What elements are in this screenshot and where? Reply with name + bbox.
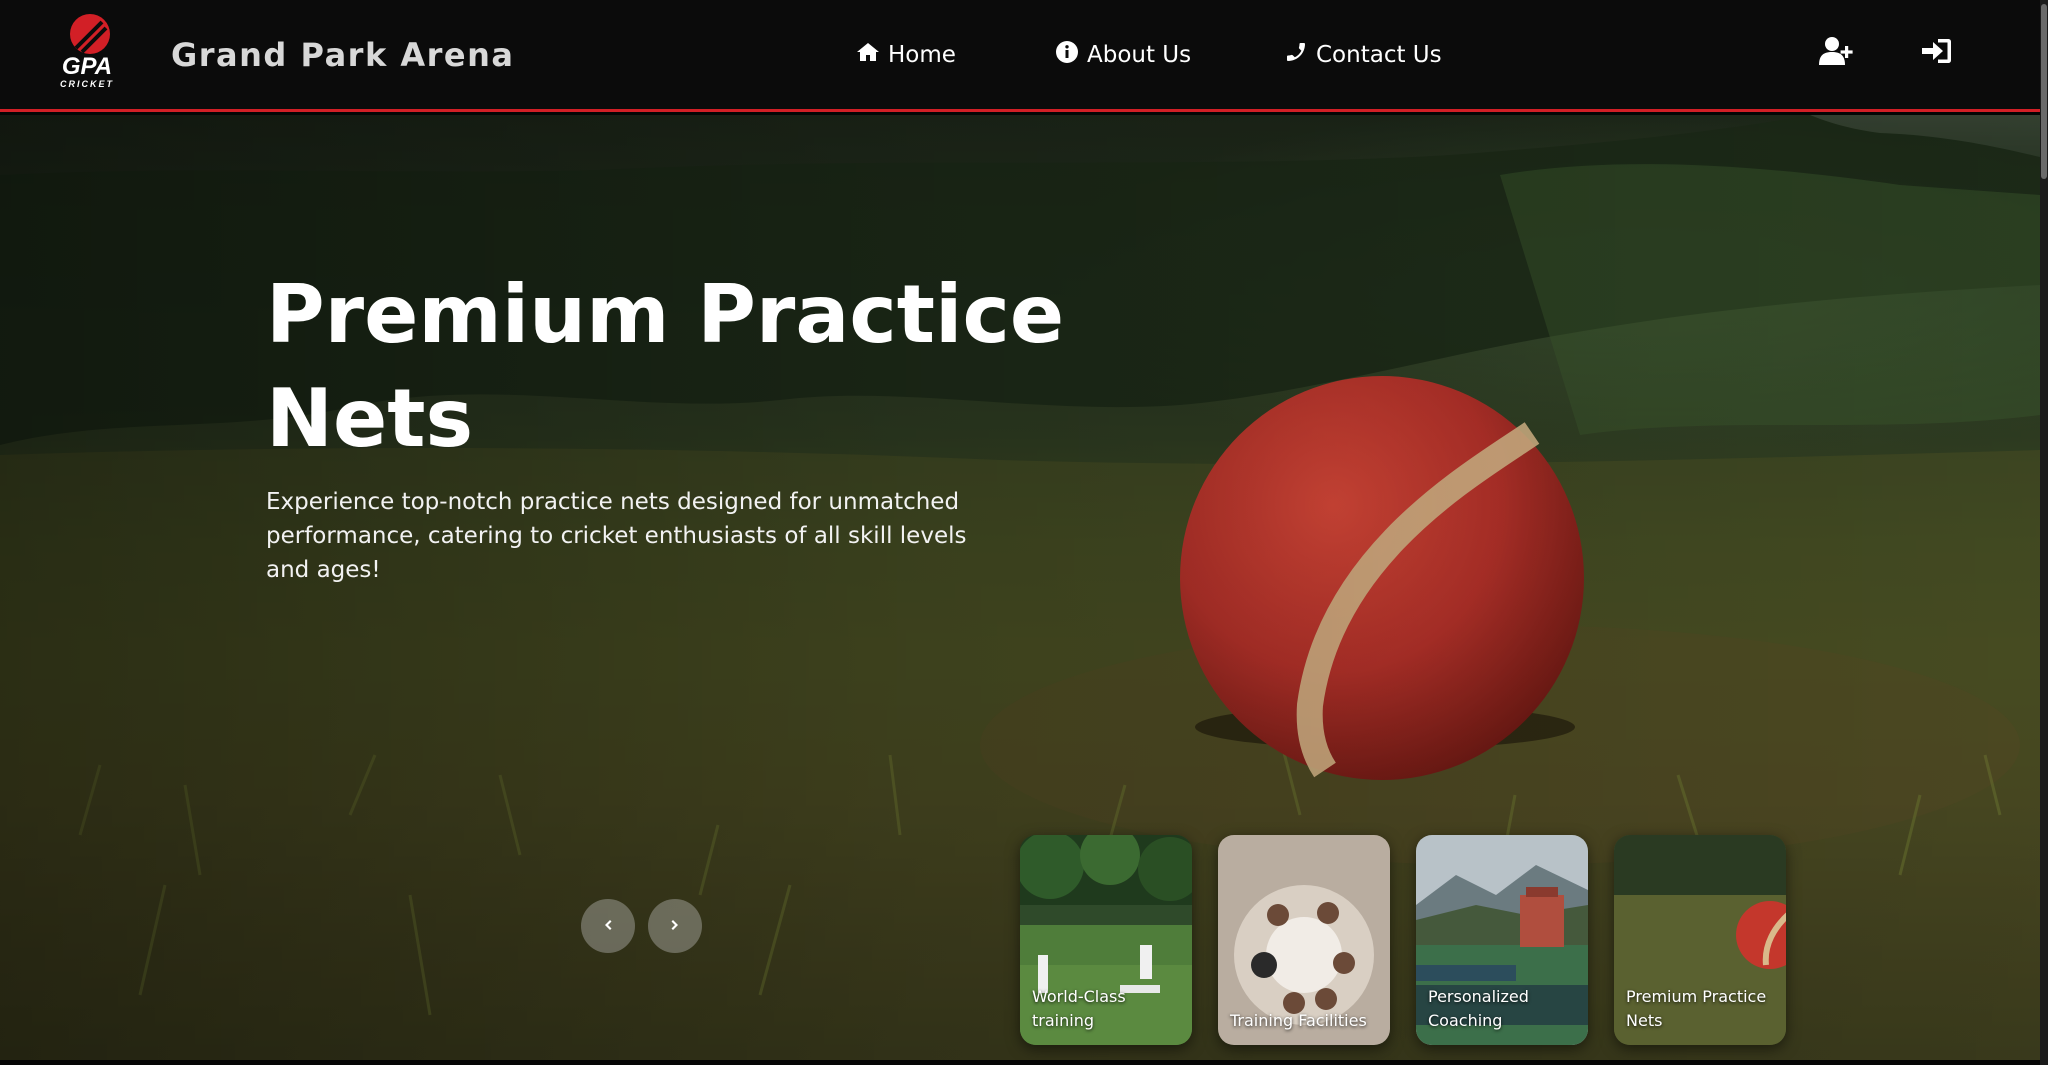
sign-in-icon[interactable] (1920, 36, 1954, 66)
hero-description: Experience top-notch practice nets desig… (266, 489, 967, 583)
slider-next-button[interactable] (648, 899, 702, 953)
info-icon (1055, 40, 1079, 70)
hero-section: Premium Practice Nets Experience top-not… (0, 115, 2040, 1060)
page-scrollbar[interactable] (2040, 0, 2048, 1065)
user-plus-icon[interactable] (1819, 36, 1853, 66)
home-icon (856, 40, 880, 70)
card-label: Personalized Coaching (1428, 987, 1529, 1030)
scrollbar-thumb[interactable] (2041, 4, 2047, 179)
gpa-cricket-logo[interactable]: GPA CRICKET (46, 12, 128, 90)
phone-icon (1284, 40, 1308, 70)
hero-title-line1: Premium Practice (266, 268, 1065, 361)
svg-text:CRICKET: CRICKET (60, 79, 114, 89)
card-label: Training Facilities (1230, 1011, 1367, 1030)
navbar: GPA CRICKET Grand Park Arena Home About … (0, 0, 2040, 112)
chevron-left-icon (601, 917, 615, 936)
card-label: Premium Practice Nets (1626, 987, 1767, 1030)
hero-title-line2: Nets (266, 372, 474, 465)
nav-home-link[interactable]: Home (856, 40, 956, 70)
hero-title: Premium Practice Nets (266, 263, 1066, 471)
slide-card-world-class-training[interactable]: World-Class training (1020, 835, 1192, 1045)
card-label: World-Class training (1032, 987, 1126, 1030)
slide-card-premium-practice-nets[interactable]: Premium Practice Nets (1614, 835, 1786, 1045)
chevron-right-icon (668, 917, 682, 936)
nav-home-label: Home (888, 42, 956, 68)
nav-about-label: About Us (1087, 42, 1192, 68)
brand-name[interactable]: Grand Park Arena (171, 36, 514, 74)
nav-contact-link[interactable]: Contact Us (1284, 40, 1442, 70)
nav-about-link[interactable]: About Us (1055, 40, 1191, 70)
slide-card-training-facilities[interactable]: Training Facilities (1218, 835, 1390, 1045)
slide-card-personalized-coaching[interactable]: Personalized Coaching (1416, 835, 1588, 1045)
slider-prev-button[interactable] (581, 899, 635, 953)
nav-contact-label: Contact Us (1316, 42, 1442, 68)
svg-text:GPA: GPA (62, 53, 112, 80)
